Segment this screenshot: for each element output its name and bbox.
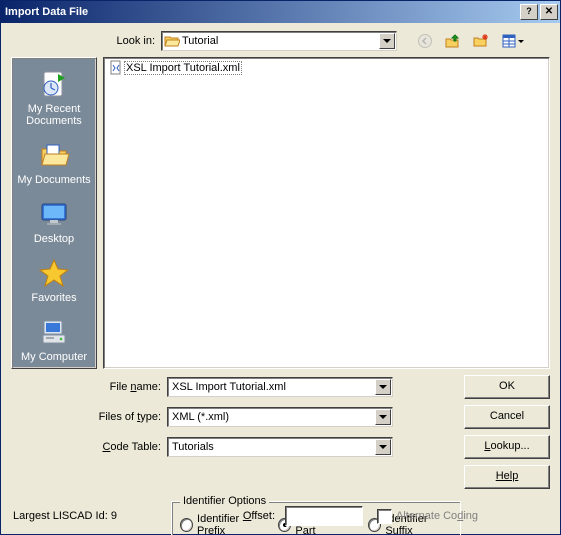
file-name-combo[interactable]: XSL Import Tutorial.xml [167,377,393,397]
file-list[interactable]: XSL Import Tutorial.xml [103,57,550,369]
back-arrow-icon [417,33,433,49]
close-titlebar-button[interactable] [540,4,558,20]
lookin-value: Tutorial [182,35,218,47]
file-item[interactable]: XSL Import Tutorial.xml [106,60,547,76]
code-table-label: Code Table: [97,441,167,453]
places-recent[interactable]: My Recent Documents [16,64,92,135]
new-folder-icon [473,33,489,49]
my-documents-icon [38,139,70,171]
help-button[interactable]: Help [464,465,550,489]
xml-file-icon [108,60,124,76]
chevron-down-icon[interactable] [375,439,391,455]
dialog-window: Import Data File Look in: Tutorial [0,0,561,535]
lookup-button[interactable]: Lookup... [464,435,550,459]
offset-input[interactable] [285,506,363,526]
places-bar: My Recent Documents My Documents Desktop… [11,57,97,369]
places-desktop[interactable]: Desktop [16,194,92,253]
file-type-combo[interactable]: XML (*.xml) [167,407,393,427]
file-name-value: XSL Import Tutorial.xml [172,381,286,393]
up-one-level-button[interactable] [441,29,465,53]
places-favorites[interactable]: Favorites [16,253,92,312]
back-button[interactable] [413,29,437,53]
titlebar[interactable]: Import Data File [1,1,560,23]
cancel-button[interactable]: Cancel [464,405,550,429]
help-titlebar-button[interactable] [520,4,538,20]
lookin-combo[interactable]: Tutorial [161,31,397,51]
places-mydocuments[interactable]: My Documents [16,135,92,194]
views-icon [501,33,517,49]
file-type-value: XML (*.xml) [172,411,229,423]
favorites-star-icon [38,257,70,289]
view-menu-button[interactable] [497,30,529,52]
new-folder-button[interactable] [469,29,493,53]
chevron-down-icon[interactable] [379,33,395,49]
places-mycomputer[interactable]: My Computer [16,312,92,371]
file-name-text: XSL Import Tutorial.xml [124,61,242,75]
desktop-icon [38,198,70,230]
offset-label: Offset: [243,510,281,522]
folder-open-icon [164,33,180,52]
checkbox-icon [377,509,392,524]
file-type-label: Files of type: [97,411,167,423]
alternate-coding-checkbox: Alternate Coding [377,509,478,524]
code-table-combo[interactable]: Tutorials [167,437,393,457]
ok-button[interactable]: OK [464,375,550,399]
largest-id-label: Largest LISCAD Id: 9 [13,510,117,522]
code-table-value: Tutorials [172,441,214,453]
recent-docs-icon [38,68,70,100]
chevron-down-icon[interactable] [375,379,391,395]
chevron-down-icon[interactable] [375,409,391,425]
lookin-label: Look in: [97,35,161,47]
window-title: Import Data File [5,6,88,18]
folder-up-icon [445,33,461,49]
file-name-label: File name: [97,381,167,393]
my-computer-icon [38,316,70,348]
